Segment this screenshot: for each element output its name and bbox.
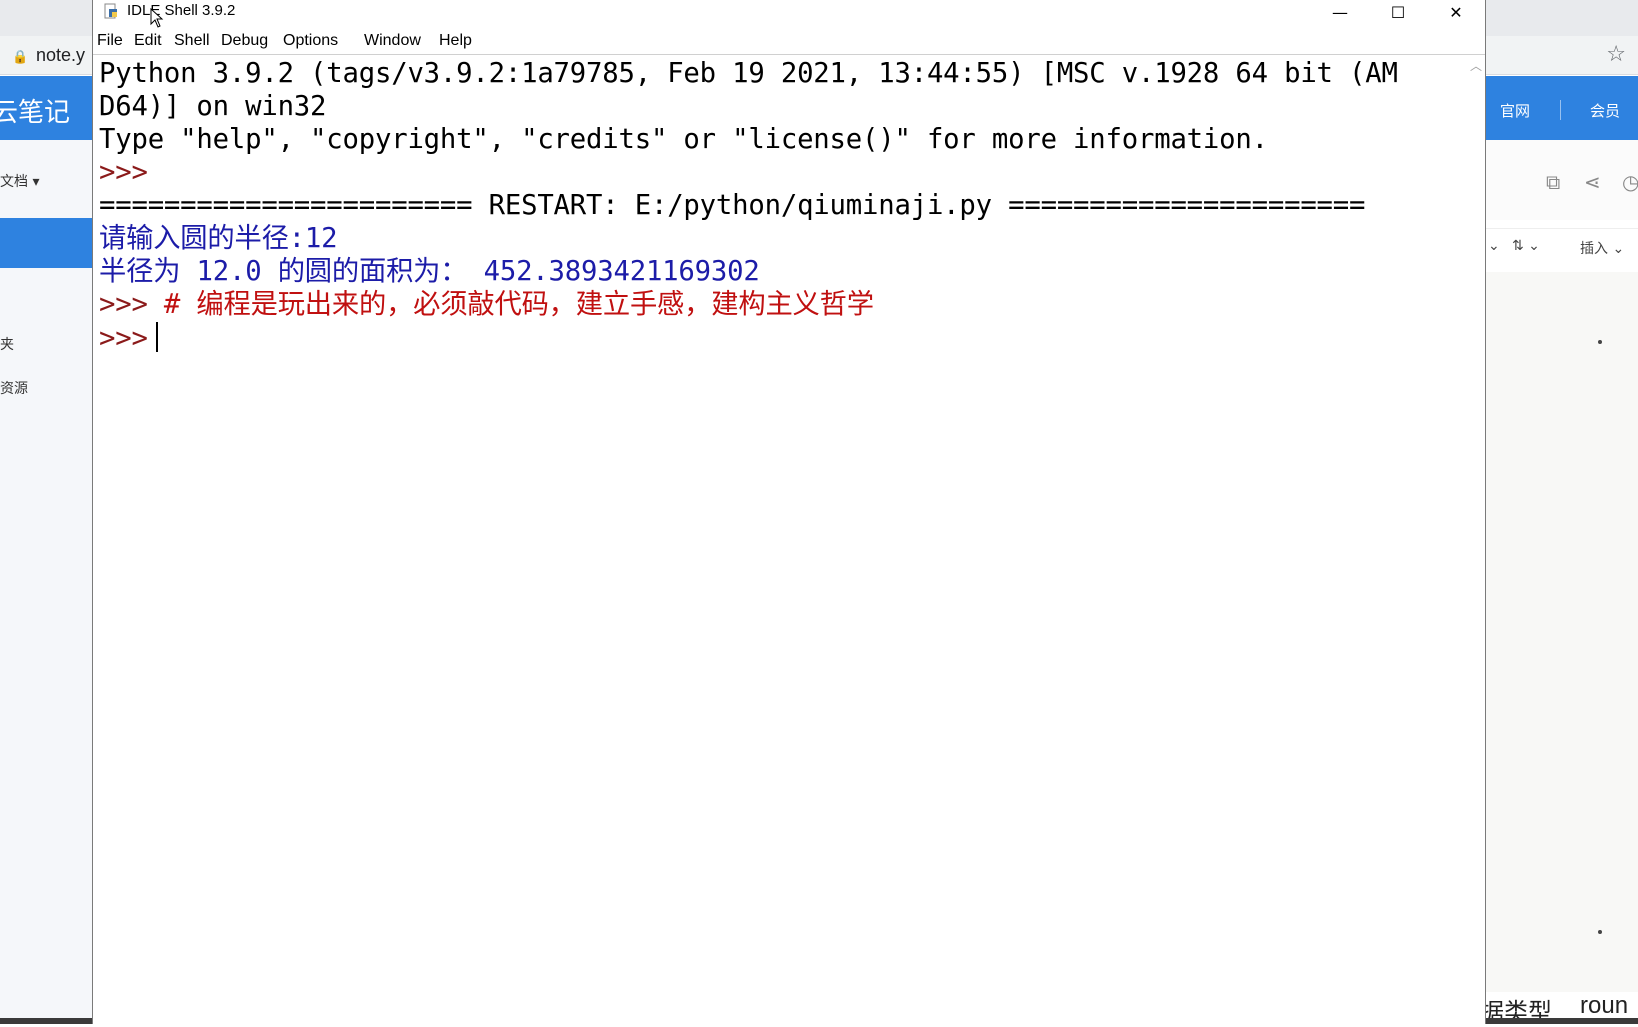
menu-debug[interactable]: Debug [221,32,268,50]
format-chevron-dropdown[interactable]: ⌄ [1488,238,1500,254]
shell-text-area[interactable]: Python 3.9.2 (tags/v3.9.2:1a79785, Feb 1… [93,55,1467,1024]
browser-url[interactable]: note.y [36,45,85,66]
paper-speck [1598,930,1602,934]
menu-edit[interactable]: Edit [134,32,162,50]
sidebar-item-folder[interactable]: 夹 [0,334,14,354]
close-button[interactable]: ✕ [1427,0,1485,24]
header-divider [1560,100,1561,120]
insert-dropdown[interactable]: 插入 ⌄ [1580,238,1624,258]
shell-prompt: >>> [99,157,148,188]
sidebar-selected-item[interactable] [0,218,94,268]
shell-prompt: >>> [99,289,148,320]
minimize-button[interactable]: — [1311,0,1369,24]
note-app-title: 云笔记 [0,98,71,128]
idle-shell-window: IDLE Shell 3.9.2 — ☐ ✕ File Edit Shell D… [92,0,1486,1024]
menu-options[interactable]: Options [283,32,338,50]
paper-speck [1598,340,1602,344]
mouse-pointer-icon [150,8,164,28]
shell-line-restart: ======================= RESTART: E:/pyth… [99,190,1366,221]
copy-icon[interactable]: ⧉ [1546,170,1560,194]
text-caret [155,322,158,352]
scroll-up-arrow-icon[interactable]: ︿ [1470,57,1482,74]
menu-window[interactable]: Window [364,32,421,50]
note-sidebar [0,140,94,1024]
shell-line-comment: >>> # 编程是玩出来的，必须敲代码，建立手感，建构主义哲学 [99,289,874,321]
note-document-area[interactable] [1486,272,1638,992]
menu-file[interactable]: File [97,32,123,50]
sidebar-item-resource[interactable]: 资源 [0,378,28,398]
shell-line-input-prompt: 请输入圆的半径:12 [99,223,338,254]
star-icon[interactable]: ☆ [1606,42,1626,67]
play-icon[interactable]: ◷ [1622,170,1638,194]
title-bar[interactable]: IDLE Shell 3.9.2 — ☐ ✕ [93,0,1485,24]
lock-icon: 🔒 [12,50,29,65]
shell-prompt: >>> [99,323,148,354]
line-spacing-dropdown[interactable]: ⇅ ⌄ [1512,238,1540,254]
share-icon[interactable]: ⋖ [1584,170,1601,194]
menu-shell[interactable]: Shell [174,32,210,50]
menu-bar: File Edit Shell Debug Options Window Hel… [93,28,1485,55]
shell-line-banner-cont: D64)] on win32 [99,91,327,122]
member-link[interactable]: 会员 [1590,100,1620,121]
shell-comment-text: # 编程是玩出来的，必须敲代码，建立手感，建构主义哲学 [147,289,874,320]
menu-help[interactable]: Help [439,32,472,50]
shell-line-result: 半径为 12.0 的圆的面积为： 452.3893421169302 [99,256,760,287]
shell-line-help: Type "help", "copyright", "credits" or "… [99,124,1268,155]
shell-current-input-line[interactable]: >>> [99,322,158,354]
sidebar-docs-dropdown[interactable]: 文档 ▾ [0,171,39,191]
note-text-fragment: roun [1580,992,1629,1019]
python-idle-icon [104,3,117,19]
maximize-button[interactable]: ☐ [1369,0,1427,24]
editor-top-toolbar [1486,140,1638,220]
window-title: IDLE Shell 3.9.2 [127,2,236,19]
official-site-link[interactable]: 官网 [1500,100,1530,121]
vertical-scrollbar[interactable]: ︿ [1467,55,1485,1024]
shell-line-banner: Python 3.9.2 (tags/v3.9.2:1a79785, Feb 1… [99,58,1398,89]
